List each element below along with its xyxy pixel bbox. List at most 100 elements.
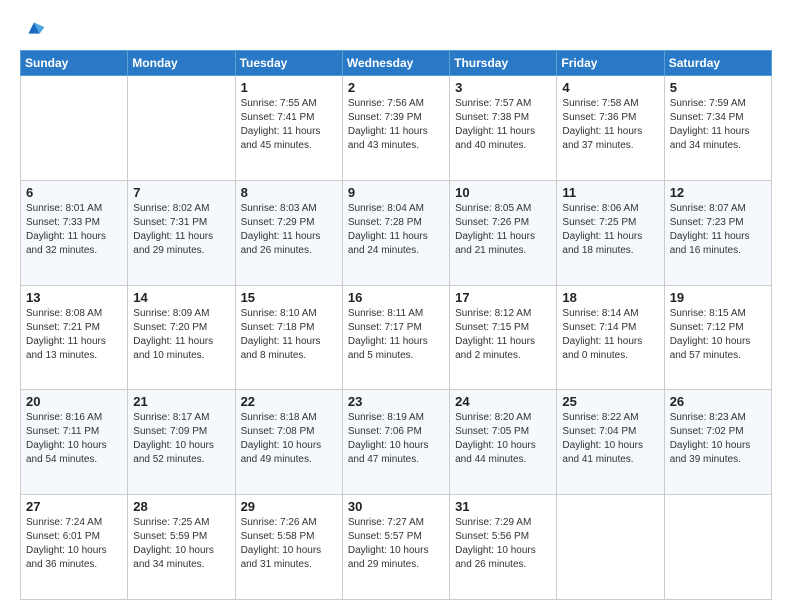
calendar-cell: 2Sunrise: 7:56 AM Sunset: 7:39 PM Daylig…	[342, 76, 449, 181]
day-info: Sunrise: 8:18 AM Sunset: 7:08 PM Dayligh…	[241, 411, 337, 467]
day-number: 11	[562, 185, 658, 200]
calendar-header-wednesday: Wednesday	[342, 51, 449, 76]
calendar-cell: 12 Sunrise: 8:07 AM Sunset: 7:23 PM Dayli…	[664, 180, 771, 285]
calendar-cell: 3 Sunrise: 7:57 AM Sunset: 7:38 PM Daylig…	[450, 76, 557, 181]
calendar-cell: 21 Sunrise: 8:17 AM Sunset: 7:09 PM Dayli…	[128, 390, 235, 495]
calendar-cell: 11 Sunrise: 8:06 AM Sunset: 7:25 PM Dayli…	[557, 180, 664, 285]
day-info: Sunrise: 8:16 AM Sunset: 7:11 PM Dayligh…	[26, 411, 122, 467]
day-number: 30	[348, 499, 444, 514]
calendar-cell	[557, 495, 664, 600]
calendar-cell: 27Sunrise: 7:24 AM Sunset: 6:01 PM Dayli…	[21, 495, 128, 600]
day-number: 28	[133, 499, 229, 514]
calendar-week-5: 27Sunrise: 7:24 AM Sunset: 6:01 PM Dayli…	[21, 495, 772, 600]
day-number: 7	[133, 185, 229, 200]
day-number: 22	[241, 394, 337, 409]
day-number: 20	[26, 394, 122, 409]
calendar-cell: 5Sunrise: 7:59 AM Sunset: 7:34 PM Daylig…	[664, 76, 771, 181]
day-info: Sunrise: 8:12 AM Sunset: 7:15 PM Dayligh…	[455, 307, 551, 363]
day-info: Sunrise: 8:09 AM Sunset: 7:20 PM Dayligh…	[133, 307, 229, 363]
calendar-cell: 9 Sunrise: 8:04 AM Sunset: 7:28 PM Daylig…	[342, 180, 449, 285]
day-info: Sunrise: 7:57 AM Sunset: 7:38 PM Dayligh…	[455, 97, 551, 153]
calendar-cell: 15 Sunrise: 8:10 AM Sunset: 7:18 PM Dayli…	[235, 285, 342, 390]
calendar-week-1: 1 Sunrise: 7:55 AM Sunset: 7:41 PM Daylig…	[21, 76, 772, 181]
day-number: 3	[455, 80, 551, 95]
day-info: Sunrise: 8:23 AM Sunset: 7:02 PM Dayligh…	[670, 411, 766, 467]
calendar-cell: 29 Sunrise: 7:26 AM Sunset: 5:58 PM Dayli…	[235, 495, 342, 600]
day-info: Sunrise: 8:06 AM Sunset: 7:25 PM Dayligh…	[562, 202, 658, 258]
calendar-cell: 19Sunrise: 8:15 AM Sunset: 7:12 PM Dayli…	[664, 285, 771, 390]
calendar-cell: 8 Sunrise: 8:03 AM Sunset: 7:29 PM Daylig…	[235, 180, 342, 285]
day-info: Sunrise: 8:04 AM Sunset: 7:28 PM Dayligh…	[348, 202, 444, 258]
day-number: 16	[348, 290, 444, 305]
calendar-week-3: 13Sunrise: 8:08 AM Sunset: 7:21 PM Dayli…	[21, 285, 772, 390]
day-number: 10	[455, 185, 551, 200]
calendar-cell: 17 Sunrise: 8:12 AM Sunset: 7:15 PM Dayli…	[450, 285, 557, 390]
day-info: Sunrise: 7:55 AM Sunset: 7:41 PM Dayligh…	[241, 97, 337, 153]
day-info: Sunrise: 7:27 AM Sunset: 5:57 PM Dayligh…	[348, 516, 444, 572]
day-info: Sunrise: 8:22 AM Sunset: 7:04 PM Dayligh…	[562, 411, 658, 467]
day-info: Sunrise: 7:25 AM Sunset: 5:59 PM Dayligh…	[133, 516, 229, 572]
calendar-cell: 14 Sunrise: 8:09 AM Sunset: 7:20 PM Dayli…	[128, 285, 235, 390]
day-info: Sunrise: 7:59 AM Sunset: 7:34 PM Dayligh…	[670, 97, 766, 153]
day-number: 1	[241, 80, 337, 95]
day-number: 13	[26, 290, 122, 305]
calendar-cell: 10 Sunrise: 8:05 AM Sunset: 7:26 PM Dayli…	[450, 180, 557, 285]
day-number: 27	[26, 499, 122, 514]
day-info: Sunrise: 8:14 AM Sunset: 7:14 PM Dayligh…	[562, 307, 658, 363]
day-info: Sunrise: 8:07 AM Sunset: 7:23 PM Dayligh…	[670, 202, 766, 258]
logo-icon	[22, 16, 46, 40]
day-info: Sunrise: 8:05 AM Sunset: 7:26 PM Dayligh…	[455, 202, 551, 258]
day-info: Sunrise: 8:10 AM Sunset: 7:18 PM Dayligh…	[241, 307, 337, 363]
calendar-header-tuesday: Tuesday	[235, 51, 342, 76]
calendar-cell: 23 Sunrise: 8:19 AM Sunset: 7:06 PM Dayli…	[342, 390, 449, 495]
calendar-cell	[21, 76, 128, 181]
day-info: Sunrise: 8:01 AM Sunset: 7:33 PM Dayligh…	[26, 202, 122, 258]
day-number: 15	[241, 290, 337, 305]
calendar-cell: 22 Sunrise: 8:18 AM Sunset: 7:08 PM Dayli…	[235, 390, 342, 495]
day-info: Sunrise: 8:11 AM Sunset: 7:17 PM Dayligh…	[348, 307, 444, 363]
day-info: Sunrise: 8:15 AM Sunset: 7:12 PM Dayligh…	[670, 307, 766, 363]
calendar-cell: 30 Sunrise: 7:27 AM Sunset: 5:57 PM Dayli…	[342, 495, 449, 600]
calendar-cell	[128, 76, 235, 181]
calendar-week-4: 20 Sunrise: 8:16 AM Sunset: 7:11 PM Dayli…	[21, 390, 772, 495]
day-info: Sunrise: 8:19 AM Sunset: 7:06 PM Dayligh…	[348, 411, 444, 467]
calendar-cell: 28 Sunrise: 7:25 AM Sunset: 5:59 PM Dayli…	[128, 495, 235, 600]
day-number: 29	[241, 499, 337, 514]
day-info: Sunrise: 8:02 AM Sunset: 7:31 PM Dayligh…	[133, 202, 229, 258]
day-number: 26	[670, 394, 766, 409]
day-number: 14	[133, 290, 229, 305]
day-number: 4	[562, 80, 658, 95]
day-number: 12	[670, 185, 766, 200]
day-number: 23	[348, 394, 444, 409]
day-number: 24	[455, 394, 551, 409]
calendar-cell: 18 Sunrise: 8:14 AM Sunset: 7:14 PM Dayli…	[557, 285, 664, 390]
calendar-cell: 20 Sunrise: 8:16 AM Sunset: 7:11 PM Dayli…	[21, 390, 128, 495]
day-number: 25	[562, 394, 658, 409]
day-info: Sunrise: 8:17 AM Sunset: 7:09 PM Dayligh…	[133, 411, 229, 467]
day-number: 18	[562, 290, 658, 305]
day-info: Sunrise: 7:58 AM Sunset: 7:36 PM Dayligh…	[562, 97, 658, 153]
calendar-cell: 13Sunrise: 8:08 AM Sunset: 7:21 PM Dayli…	[21, 285, 128, 390]
calendar-cell: 25 Sunrise: 8:22 AM Sunset: 7:04 PM Dayli…	[557, 390, 664, 495]
calendar-cell: 4 Sunrise: 7:58 AM Sunset: 7:36 PM Daylig…	[557, 76, 664, 181]
logo	[20, 16, 46, 40]
day-info: Sunrise: 7:29 AM Sunset: 5:56 PM Dayligh…	[455, 516, 551, 572]
day-info: Sunrise: 7:26 AM Sunset: 5:58 PM Dayligh…	[241, 516, 337, 572]
calendar-table: SundayMondayTuesdayWednesdayThursdayFrid…	[20, 50, 772, 600]
calendar-header-sunday: Sunday	[21, 51, 128, 76]
calendar-header-thursday: Thursday	[450, 51, 557, 76]
calendar-header-monday: Monday	[128, 51, 235, 76]
day-info: Sunrise: 8:03 AM Sunset: 7:29 PM Dayligh…	[241, 202, 337, 258]
day-number: 17	[455, 290, 551, 305]
calendar-header-row: SundayMondayTuesdayWednesdayThursdayFrid…	[21, 51, 772, 76]
calendar-cell: 24Sunrise: 8:20 AM Sunset: 7:05 PM Dayli…	[450, 390, 557, 495]
calendar-cell: 6Sunrise: 8:01 AM Sunset: 7:33 PM Daylig…	[21, 180, 128, 285]
calendar-cell: 7 Sunrise: 8:02 AM Sunset: 7:31 PM Daylig…	[128, 180, 235, 285]
day-number: 9	[348, 185, 444, 200]
calendar-header-saturday: Saturday	[664, 51, 771, 76]
calendar-cell	[664, 495, 771, 600]
header	[20, 16, 772, 40]
calendar-header-friday: Friday	[557, 51, 664, 76]
day-number: 8	[241, 185, 337, 200]
day-number: 21	[133, 394, 229, 409]
